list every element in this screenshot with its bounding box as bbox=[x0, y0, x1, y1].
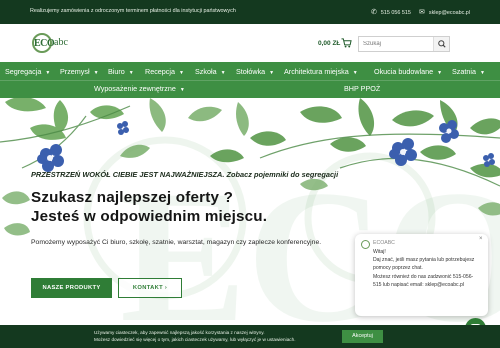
nav-item-label: Wyposażenie zewnętrzne bbox=[94, 84, 176, 93]
logo-mark: ECO bbox=[34, 38, 55, 49]
caret-down-icon: ▼ bbox=[220, 70, 226, 76]
nav-item-szkola[interactable]: Szkoła ▼ bbox=[195, 67, 226, 76]
envelope-icon: ✉ bbox=[419, 9, 425, 16]
blue-flower-small bbox=[117, 121, 129, 135]
caret-down-icon: ▼ bbox=[179, 87, 185, 93]
main-nav: Segregacja ▼ Przemysł ▼ Biuro ▼ Recepcja ▼ S… bbox=[0, 62, 500, 98]
nav-item-architektura-miejska[interactable]: Architektura miejska ▼ bbox=[284, 67, 358, 76]
our-products-button[interactable]: NASZE PRODUKTY bbox=[31, 278, 112, 298]
top-bar: Realizujemy zamówienia z odroczonym term… bbox=[0, 0, 500, 24]
caret-down-icon: ▼ bbox=[128, 70, 134, 76]
hero-heading-line2: Jesteś w odpowiednim miejscu. bbox=[31, 208, 268, 225]
caret-down-icon: ▼ bbox=[437, 70, 443, 76]
nav-item-label: Stołówka bbox=[236, 67, 266, 76]
cookie-line2: Możesz dowiedzieć się więcej o tym, jaki… bbox=[94, 336, 296, 342]
contact-button[interactable]: KONTAKT › bbox=[118, 278, 182, 298]
nav-item-stolowka[interactable]: Stołówka ▼ bbox=[236, 67, 274, 76]
cart-total[interactable]: 0,00 ZŁ bbox=[318, 40, 340, 47]
search-button[interactable] bbox=[433, 37, 449, 51]
hero-heading-line1: Szukasz najlepszej oferty ? bbox=[31, 189, 234, 206]
nav-item-przemysl[interactable]: Przemysł ▼ bbox=[60, 67, 99, 76]
hero-subtitle: Pomożemy wyposażyć Ci biuro, szkołę, sza… bbox=[31, 239, 322, 246]
nav-item-label: Recepcja bbox=[145, 67, 175, 76]
nav-item-szatnia[interactable]: Szatnia ▼ bbox=[452, 67, 485, 76]
phone-link[interactable]: ✆ 515 056 515 bbox=[371, 8, 411, 16]
cookie-banner: Używamy ciasteczek, aby zapewnić najleps… bbox=[0, 325, 500, 348]
caret-down-icon: ▼ bbox=[45, 70, 51, 76]
site-header: ECO abc 0,00 ZŁ bbox=[0, 24, 500, 62]
cookie-text: Używamy ciasteczek, aby zapewnić najleps… bbox=[94, 330, 296, 343]
search-input[interactable] bbox=[359, 37, 433, 51]
nav-item-label: Szatnia bbox=[452, 67, 476, 76]
nav-item-label: Szkoła bbox=[195, 67, 217, 76]
nav-item-bhp-ppoz[interactable]: BHP PPOŻ bbox=[344, 84, 380, 93]
hero-tagline: PRZESTRZEŃ WOKÓŁ CIEBIE JEST NAJWAŻNIEJS… bbox=[31, 170, 339, 179]
nav-item-label: BHP PPOŻ bbox=[344, 84, 381, 93]
nav-item-label: Biuro bbox=[108, 67, 125, 76]
cart-icon[interactable] bbox=[341, 38, 352, 48]
caret-down-icon: ▼ bbox=[269, 70, 275, 76]
nav-divider bbox=[0, 80, 500, 81]
nav-item-label: Architektura miejska bbox=[284, 67, 349, 76]
nav-item-segregacja[interactable]: Segregacja ▼ bbox=[5, 67, 50, 76]
blue-flower-left bbox=[37, 144, 64, 172]
hero-heading: Szukasz najlepszej oferty ? Jesteś w odp… bbox=[31, 188, 267, 226]
email-link[interactable]: ✉ sklep@ecoabc.pl bbox=[419, 8, 470, 16]
nav-item-wyposazenie-zewnetrzne[interactable]: Wyposażenie zewnętrzne ▼ bbox=[94, 84, 185, 93]
logo-suffix: abc bbox=[54, 37, 68, 48]
nav-item-okucia-budowlane[interactable]: Okucia budowlane ▼ bbox=[374, 67, 442, 76]
search-box bbox=[358, 36, 450, 52]
search-icon bbox=[438, 40, 446, 48]
caret-down-icon: ▼ bbox=[479, 70, 485, 76]
nav-item-label: Okucia budowlane bbox=[374, 67, 434, 76]
email-address: sklep@ecoabc.pl bbox=[428, 10, 471, 16]
chevron-right-icon: › bbox=[164, 285, 168, 291]
chat-sender: ECOABC bbox=[373, 240, 395, 246]
phone-icon: ✆ bbox=[371, 9, 377, 16]
nav-item-biuro[interactable]: Biuro ▼ bbox=[108, 67, 134, 76]
close-icon[interactable]: × bbox=[479, 236, 483, 242]
contact-button-label: KONTAKT bbox=[132, 285, 163, 291]
caret-down-icon: ▼ bbox=[178, 70, 184, 76]
chat-popup[interactable]: ECOABC × Witaj! Daj znać, jeśli masz pyt… bbox=[355, 234, 488, 316]
caret-down-icon: ▼ bbox=[93, 70, 99, 76]
caret-down-icon: ▼ bbox=[352, 70, 358, 76]
nav-item-label: Segregacja bbox=[5, 67, 42, 76]
chat-message: Witaj! Daj znać, jeśli masz pytania lub … bbox=[373, 249, 475, 288]
accept-cookies-button[interactable]: Akceptuj bbox=[342, 330, 383, 343]
promo-text: Realizujemy zamówienia z odroczonym term… bbox=[30, 8, 236, 14]
site-logo[interactable]: ECO abc bbox=[32, 32, 74, 54]
phone-number: 515 056 515 bbox=[380, 10, 411, 16]
nav-item-recepcja[interactable]: Recepcja ▼ bbox=[145, 67, 184, 76]
nav-item-label: Przemysł bbox=[60, 67, 90, 76]
avatar bbox=[361, 240, 370, 249]
cookie-line1: Używamy ciasteczek, aby zapewnić najleps… bbox=[94, 330, 265, 335]
leaf-cluster-left bbox=[5, 98, 124, 140]
